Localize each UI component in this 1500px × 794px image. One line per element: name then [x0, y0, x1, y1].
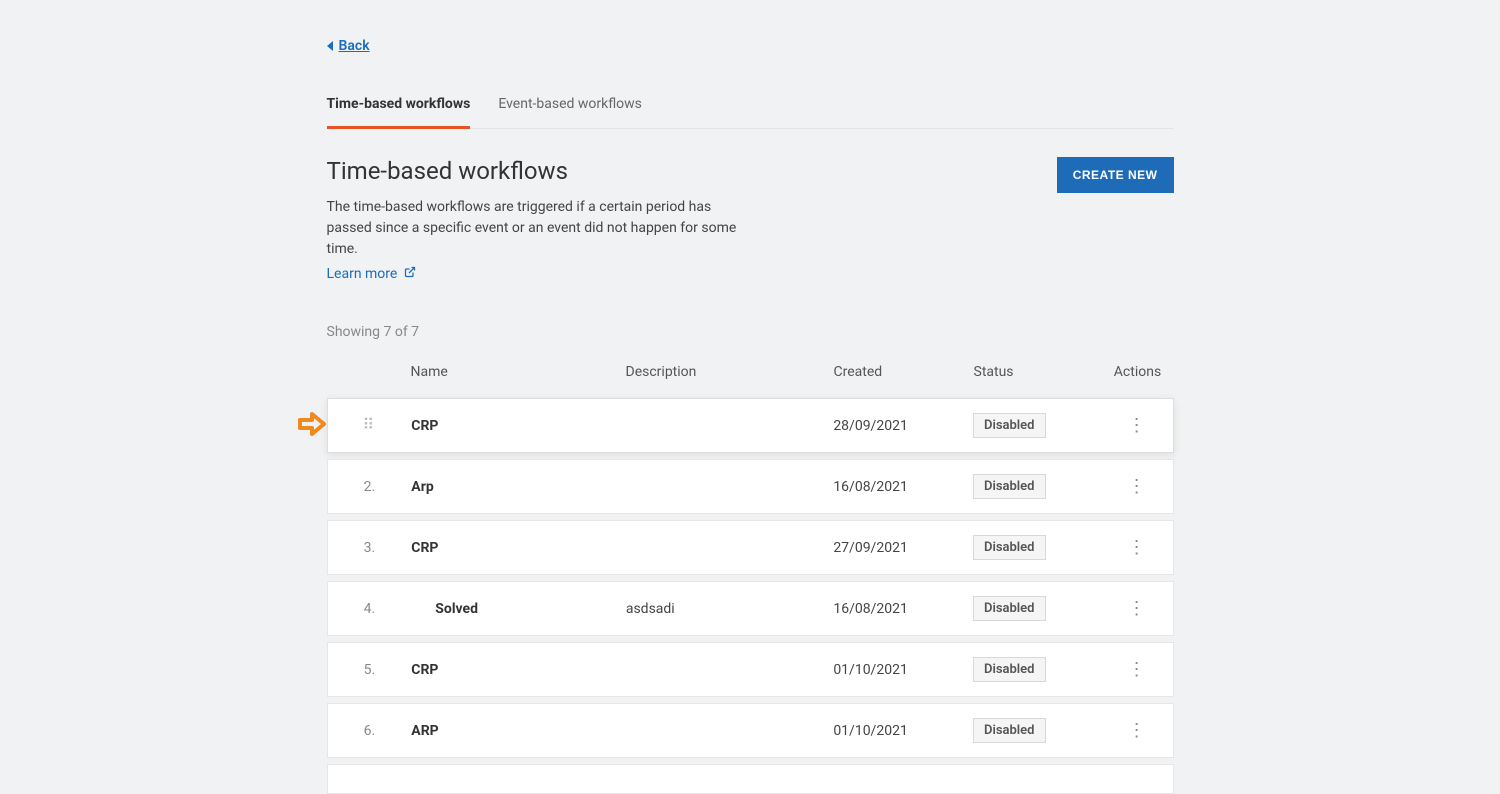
table-row[interactable]: 4. Solved asdsadi 16/08/2021 Disabled ⋮ — [327, 581, 1174, 636]
more-actions-icon[interactable]: ⋮ — [1128, 537, 1146, 558]
row-created: 28/09/2021 — [833, 418, 973, 434]
showing-count: Showing 7 of 7 — [327, 324, 1174, 340]
tabs: Time-based workflows Event-based workflo… — [327, 84, 1174, 129]
more-actions-icon[interactable]: ⋮ — [1128, 476, 1146, 497]
row-index: 4. — [328, 601, 412, 617]
row-index: 5. — [328, 662, 412, 678]
col-name: Name — [411, 364, 626, 380]
learn-more-link[interactable]: Learn more — [327, 266, 417, 282]
table-row[interactable]: 5. CRP 01/10/2021 Disabled ⋮ — [327, 642, 1174, 697]
row-name: CRP — [411, 540, 626, 556]
page-description: The time-based workflows are triggered i… — [327, 197, 757, 260]
status-badge: Disabled — [973, 596, 1046, 621]
status-badge: Disabled — [973, 657, 1046, 682]
status-badge: Disabled — [973, 413, 1046, 438]
row-name: ARP — [411, 723, 626, 739]
col-description: Description — [626, 364, 834, 380]
row-created: 01/10/2021 — [833, 662, 973, 678]
tab-time-based[interactable]: Time-based workflows — [327, 84, 471, 129]
row-created: 01/10/2021 — [833, 723, 973, 739]
more-actions-icon[interactable]: ⋮ — [1128, 659, 1146, 680]
row-index: 2. — [328, 479, 412, 495]
back-link[interactable]: Back — [327, 38, 370, 54]
external-link-icon — [404, 266, 416, 282]
row-created: 27/09/2021 — [833, 540, 973, 556]
col-created: Created — [834, 364, 974, 380]
status-badge: Disabled — [973, 535, 1046, 560]
row-name: CRP — [411, 418, 626, 434]
pointer-arrow-icon — [298, 412, 326, 440]
row-desc: asdsadi — [626, 601, 834, 617]
status-badge: Disabled — [973, 474, 1046, 499]
table-row[interactable] — [327, 764, 1174, 794]
table-row[interactable]: ⠿ CRP 28/09/2021 Disabled ⋮ — [327, 398, 1174, 453]
table-row[interactable]: 6. ARP 01/10/2021 Disabled ⋮ — [327, 703, 1174, 758]
row-index: 3. — [328, 540, 412, 556]
status-badge: Disabled — [973, 718, 1046, 743]
drag-handle-icon[interactable]: ⠿ — [363, 421, 377, 428]
row-name: CRP — [411, 662, 626, 678]
row-name: Solved — [411, 601, 626, 617]
col-actions: Actions — [1102, 364, 1174, 380]
more-actions-icon[interactable]: ⋮ — [1128, 598, 1146, 619]
more-actions-icon[interactable]: ⋮ — [1128, 415, 1146, 436]
create-new-button[interactable]: CREATE NEW — [1057, 157, 1174, 193]
row-created: 16/08/2021 — [833, 601, 973, 617]
back-arrow-icon — [327, 41, 333, 51]
learn-more-label: Learn more — [327, 266, 398, 282]
col-status: Status — [974, 364, 1102, 380]
row-name: Arp — [411, 479, 626, 495]
page-title: Time-based workflows — [327, 157, 757, 185]
row-created: 16/08/2021 — [833, 479, 973, 495]
tab-event-based[interactable]: Event-based workflows — [498, 84, 642, 128]
row-index: 6. — [328, 723, 412, 739]
table-header: Name Description Created Status Actions — [327, 352, 1174, 398]
table-row[interactable]: 3. CRP 27/09/2021 Disabled ⋮ — [327, 520, 1174, 575]
back-label: Back — [339, 38, 370, 54]
more-actions-icon[interactable]: ⋮ — [1128, 720, 1146, 741]
table-row[interactable]: 2. Arp 16/08/2021 Disabled ⋮ — [327, 459, 1174, 514]
